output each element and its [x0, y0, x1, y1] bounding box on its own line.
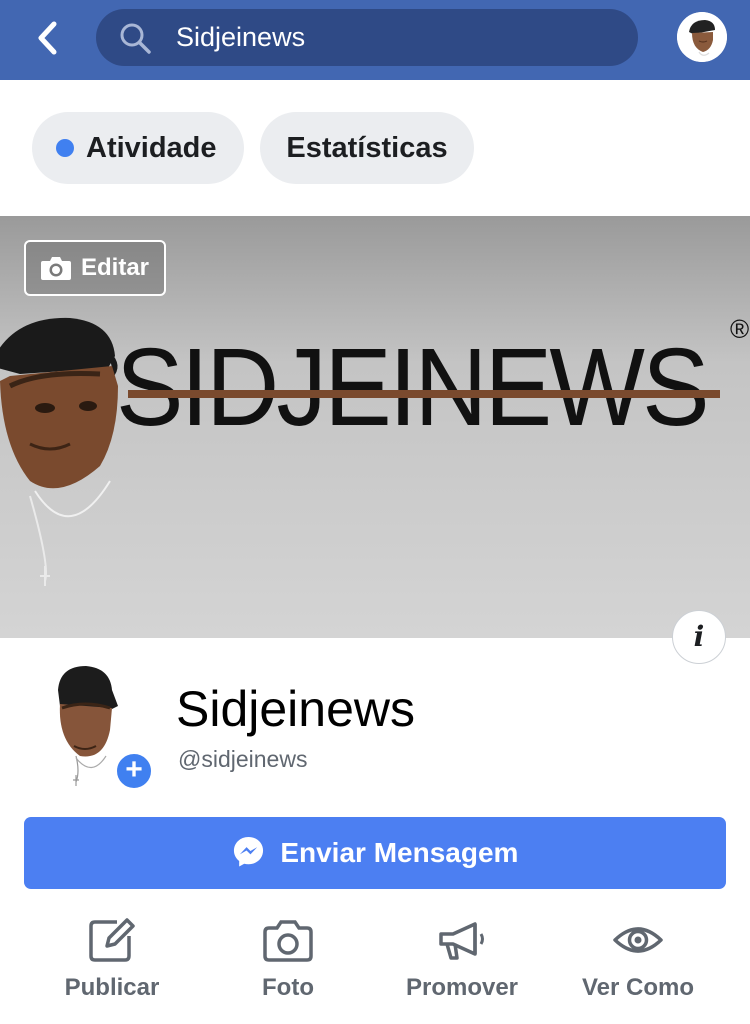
tab-activity[interactable]: Atividade — [32, 112, 244, 184]
edit-icon — [89, 918, 135, 962]
registered-mark: ® — [730, 314, 750, 344]
eye-icon — [613, 927, 663, 953]
promote-label: Promover — [405, 974, 519, 1001]
add-profile-photo-button[interactable]: + — [115, 752, 153, 790]
search-bar[interactable]: Sidjeinews — [96, 9, 638, 66]
publish-label: Publicar — [64, 974, 160, 1001]
publish-button[interactable]: Publicar — [24, 912, 200, 1012]
camera-icon — [263, 920, 313, 962]
page-actions: Publicar Foto Promover Ver Como — [0, 912, 750, 1012]
notification-dot-icon — [56, 139, 74, 157]
photo-label: Foto — [262, 974, 314, 1001]
top-navigation-bar: Sidjeinews — [0, 0, 750, 80]
view-as-label: Ver Como — [581, 974, 695, 1001]
banner-strike-line — [128, 390, 720, 398]
tab-statistics-label: Estatísticas — [286, 132, 448, 164]
tab-activity-label: Atividade — [86, 132, 217, 164]
chevron-left-icon — [38, 21, 57, 55]
megaphone-icon — [439, 922, 484, 960]
page-tabs: Atividade Estatísticas — [0, 80, 750, 216]
avatar-illustration — [677, 12, 727, 62]
messenger-icon — [233, 837, 263, 867]
tab-statistics[interactable]: Estatísticas — [260, 112, 474, 184]
edit-cover-button[interactable]: Editar — [24, 240, 166, 296]
avatar[interactable] — [677, 12, 727, 62]
camera-icon — [41, 257, 71, 280]
search-icon — [120, 23, 151, 54]
page-title: Sidjeinews — [176, 681, 416, 737]
back-button[interactable] — [30, 18, 64, 58]
promote-button[interactable]: Promover — [374, 912, 550, 1012]
info-button[interactable]: i — [672, 610, 726, 664]
edit-cover-label: Editar — [81, 254, 150, 281]
view-as-button[interactable]: Ver Como — [550, 912, 726, 1012]
send-message-label: Enviar Mensagem — [280, 837, 519, 868]
photo-button[interactable]: Foto — [200, 912, 376, 1012]
page-username: @sidjeinews — [178, 746, 308, 772]
search-input[interactable]: Sidjeinews — [176, 9, 305, 66]
cover-photo[interactable]: SIDJEINEWS ® Editar — [0, 216, 750, 638]
banner-wordmark: SIDJEINEWS — [116, 326, 710, 449]
send-message-button[interactable]: Enviar Mensagem — [24, 817, 726, 889]
